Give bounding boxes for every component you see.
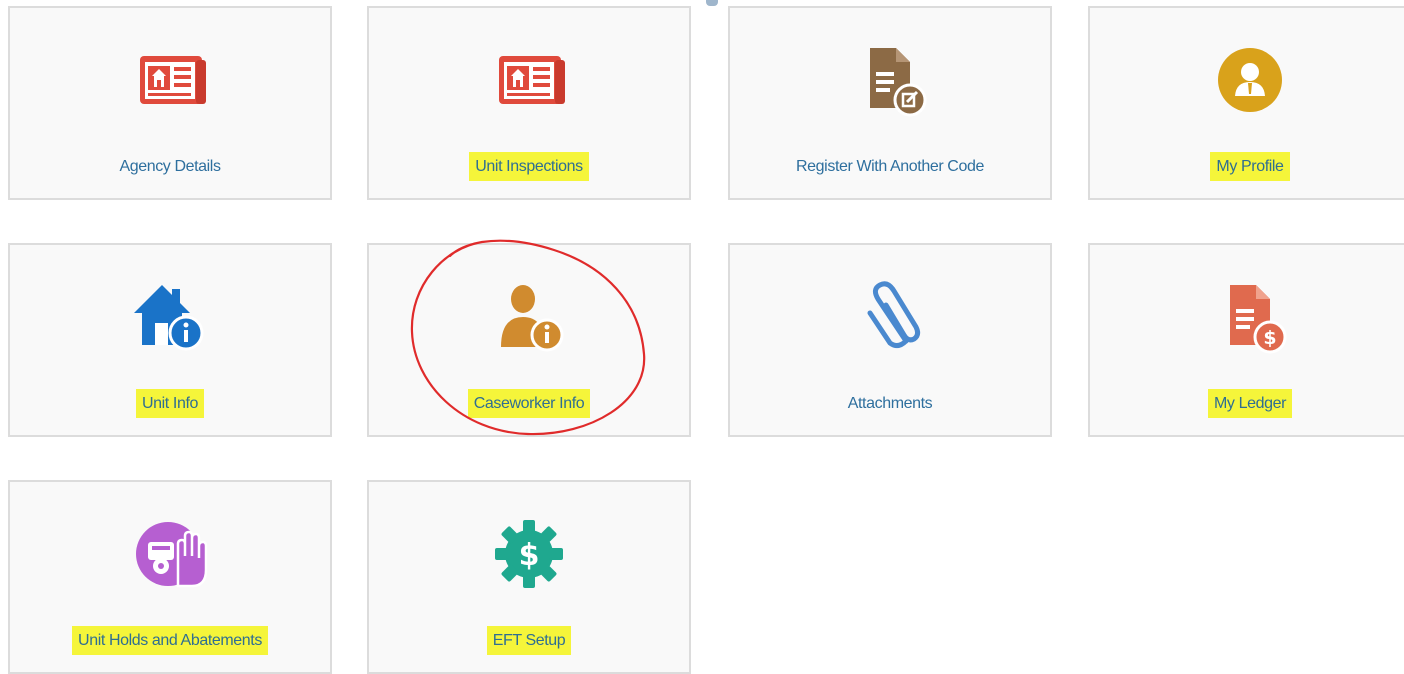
tile-attachments[interactable]: Attachments xyxy=(728,243,1052,437)
tile-label: Unit Holds and Abatements xyxy=(72,626,268,655)
tile-label: My Profile xyxy=(1210,152,1290,181)
tile-label: Agency Details xyxy=(119,158,221,175)
tile-agency-details[interactable]: Agency Details xyxy=(8,6,332,200)
tile-label: My Ledger xyxy=(1208,389,1292,418)
tile-label: Register With Another Code xyxy=(796,158,984,175)
page-fragment-mark xyxy=(706,0,718,6)
svg-text:$: $ xyxy=(519,538,540,573)
document-dollar-icon: $ xyxy=(1208,275,1292,359)
newspaper-home-icon xyxy=(487,38,571,122)
tile-label: Unit Inspections xyxy=(469,152,589,181)
tile-unit-inspections[interactable]: Unit Inspections xyxy=(367,6,691,200)
tile-register-with-another-code[interactable]: Register With Another Code xyxy=(728,6,1052,200)
tile-my-profile[interactable]: My Profile xyxy=(1088,6,1404,200)
tile-eft-setup[interactable]: $ EFT Setup xyxy=(367,480,691,674)
newspaper-home-icon xyxy=(128,38,212,122)
tile-unit-holds-and-abatements[interactable]: Unit Holds and Abatements xyxy=(8,480,332,674)
tile-label: Attachments xyxy=(847,395,933,412)
paperclip-icon xyxy=(848,275,932,359)
tile-label: Caseworker Info xyxy=(467,389,591,418)
person-info-icon xyxy=(487,275,571,359)
tile-my-ledger[interactable]: $ My Ledger xyxy=(1088,243,1404,437)
tile-label: Unit Info xyxy=(136,389,204,418)
user-profile-icon xyxy=(1208,38,1292,122)
gear-dollar-icon: $ xyxy=(487,512,571,596)
tile-label: EFT Setup xyxy=(486,626,572,655)
document-edit-icon xyxy=(848,38,932,122)
tile-caseworker-info[interactable]: Caseworker Info xyxy=(367,243,691,437)
svg-text:$: $ xyxy=(1263,327,1276,349)
house-info-icon xyxy=(128,275,212,359)
hold-hand-icon xyxy=(128,512,212,596)
tile-unit-info[interactable]: Unit Info xyxy=(8,243,332,437)
